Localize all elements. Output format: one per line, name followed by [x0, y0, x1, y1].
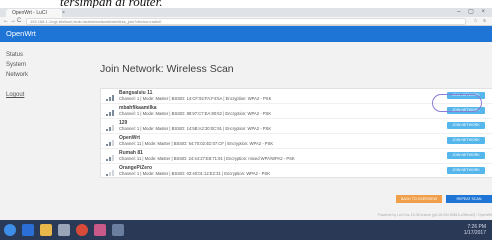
- network-detail: Channel: 1 | Mode: Master | BSSID: 88:97…: [119, 111, 272, 116]
- sidebar: Status System Network Logout: [0, 42, 88, 220]
- page-title: Join Network: Wireless Scan: [100, 63, 234, 75]
- footer-powered-by: Powered by LuCI for-15.05 branch (git-16…: [377, 213, 492, 217]
- signal-icon: [106, 155, 114, 161]
- folder-icon[interactable]: [40, 224, 52, 236]
- signal-icon: [106, 170, 114, 176]
- main-content: Join Network: Wireless Scan Bangsalsiu 1…: [88, 42, 492, 220]
- back-to-overview-button[interactable]: BACK TO OVERVIEW: [396, 195, 442, 203]
- app-icon[interactable]: [94, 224, 106, 236]
- caption: tersimpan di router.: [0, 0, 492, 9]
- clock-date: 1/17/2017: [463, 230, 486, 236]
- window-controls[interactable]: – ▢ ×: [457, 8, 488, 17]
- sidebar-item-status[interactable]: Status: [6, 52, 23, 58]
- browser-tab[interactable]: OpenWrt - LuCI: [6, 9, 62, 17]
- browser-tab-bar: OpenWrt - LuCI × – ▢ ×: [0, 8, 492, 17]
- sidebar-item-network[interactable]: Network: [6, 72, 28, 78]
- network-detail: Channel: 1 | Mode: Master | BSSID: 14:5B…: [119, 126, 272, 131]
- highlight-circle: [432, 94, 482, 112]
- join-network-button[interactable]: JOIN NETWORK: [447, 152, 485, 159]
- network-row: Rumah 81 Channel: 11 | Mode: Master | BS…: [101, 149, 492, 164]
- signal-icon: [106, 110, 114, 116]
- sidebar-item-system[interactable]: System: [6, 62, 26, 68]
- join-network-button[interactable]: JOIN NETWORK: [447, 167, 485, 174]
- reload-icon[interactable]: C: [17, 17, 21, 26]
- start-button-icon[interactable]: [4, 224, 16, 236]
- brand-logo[interactable]: OpenWrt: [6, 26, 36, 42]
- chrome-icon[interactable]: [76, 224, 88, 236]
- forward-arrow-icon[interactable]: →: [10, 17, 16, 26]
- signal-icon: [106, 125, 114, 131]
- network-row: 129 Channel: 1 | Mode: Master | BSSID: 1…: [101, 119, 492, 134]
- network-row: OpenWrt Channel: 11 | Mode: Master | BSS…: [101, 134, 492, 149]
- clock[interactable]: 7:26 PM 1/17/2017: [464, 224, 486, 236]
- url-field[interactable]: 192.168.1.1/cgi-bin/luci/;stok=/admin/ne…: [26, 18, 466, 25]
- taskbar: 7:26 PM 1/17/2017: [0, 220, 492, 240]
- network-detail: Channel: 11 | Mode: Master | BSSID: 24:4…: [119, 156, 295, 161]
- repeat-scan-button[interactable]: REPEAT SCAN: [446, 195, 492, 203]
- address-bar: ← → C 192.168.1.1/cgi-bin/luci/;stok=/ad…: [0, 17, 492, 26]
- browser-menu-icons[interactable]: ☆ ≡: [473, 17, 488, 26]
- network-detail: Channel: 11 | Mode: Master | BSSID: 64:7…: [119, 141, 274, 146]
- header-bar: OpenWrt: [0, 26, 492, 42]
- network-detail: Channel: 1 | Mode: Master | BSSID: 02:40…: [119, 171, 270, 176]
- signal-icon: [106, 140, 114, 146]
- tab-close-icon[interactable]: ×: [62, 9, 65, 17]
- ie-icon[interactable]: [22, 224, 34, 236]
- back-arrow-icon[interactable]: ←: [3, 17, 9, 26]
- join-network-button[interactable]: JOIN NETWORK: [447, 137, 485, 144]
- signal-icon: [106, 95, 114, 101]
- network-detail: Channel: 1 | Mode: Master | BSSID: 14:CF…: [119, 96, 272, 101]
- app-icon[interactable]: [112, 224, 124, 236]
- screenshot: OpenWrt - LuCI × – ▢ × ← → C 192.168.1.1…: [0, 8, 492, 240]
- join-network-button[interactable]: JOIN NETWORK: [447, 122, 485, 129]
- sidebar-item-logout[interactable]: Logout: [6, 92, 24, 98]
- media-player-icon[interactable]: [58, 224, 70, 236]
- network-row: OrangePiZero Channel: 1 | Mode: Master |…: [101, 164, 492, 179]
